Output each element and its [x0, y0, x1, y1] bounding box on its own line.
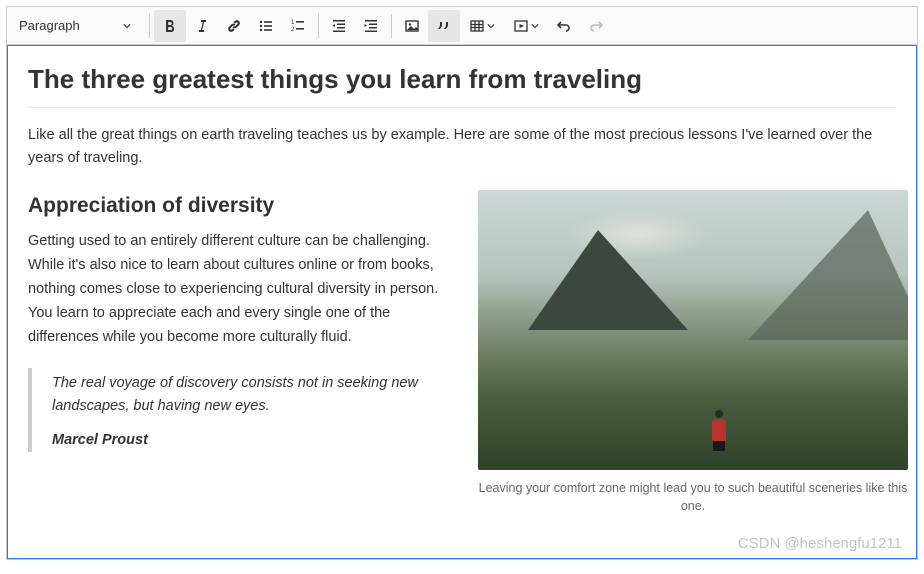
link-button[interactable]: [218, 10, 250, 42]
right-column: Leaving your comfort zone might lead you…: [478, 194, 908, 515]
separator: [391, 14, 392, 38]
toolbar: Paragraph 12: [7, 7, 917, 45]
link-icon: [226, 18, 242, 34]
person-decoration: [708, 410, 730, 446]
numbered-list-button[interactable]: 12: [282, 10, 314, 42]
italic-button[interactable]: [186, 10, 218, 42]
heading-dropdown[interactable]: Paragraph: [11, 11, 139, 41]
indent-button[interactable]: [355, 10, 387, 42]
chevron-down-icon: [123, 22, 131, 30]
separator: [318, 14, 319, 38]
body-row: Appreciation of diversity Getting used t…: [28, 194, 896, 515]
quote-author: Marcel Proust: [52, 432, 458, 448]
bullet-list-button[interactable]: [250, 10, 282, 42]
svg-text:1: 1: [291, 20, 295, 26]
blockquote-button[interactable]: [428, 10, 460, 42]
separator: [149, 14, 150, 38]
blockquote-icon: [436, 18, 452, 34]
media-icon: [513, 18, 529, 34]
bullet-list-icon: [258, 18, 274, 34]
quote-text: The real voyage of discovery consists no…: [52, 372, 458, 418]
chevron-down-icon: [531, 22, 539, 30]
left-column: Appreciation of diversity Getting used t…: [28, 194, 458, 515]
svg-text:2: 2: [291, 27, 295, 33]
figure: Leaving your comfort zone might lead you…: [478, 190, 908, 515]
watermark: CSDN @heshengfu1211: [738, 535, 902, 552]
figure-caption: Leaving your comfort zone might lead you…: [478, 480, 908, 515]
blockquote: The real voyage of discovery consists no…: [28, 368, 458, 452]
indent-icon: [363, 18, 379, 34]
numbered-list-icon: 12: [290, 18, 306, 34]
outdent-icon: [331, 18, 347, 34]
figure-image[interactable]: [478, 190, 908, 470]
mountain-decoration: [748, 210, 908, 340]
bold-button[interactable]: [154, 10, 186, 42]
page-title: The three greatest things you learn from…: [28, 64, 896, 108]
editor-content[interactable]: The three greatest things you learn from…: [7, 45, 917, 559]
italic-icon: [194, 18, 210, 34]
undo-button[interactable]: [548, 10, 580, 42]
media-button[interactable]: [504, 10, 548, 42]
editor-container: Paragraph 12: [6, 6, 918, 560]
image-button[interactable]: [396, 10, 428, 42]
bold-icon: [162, 18, 178, 34]
undo-icon: [556, 18, 572, 34]
table-button[interactable]: [460, 10, 504, 42]
outdent-button[interactable]: [323, 10, 355, 42]
redo-button[interactable]: [580, 10, 612, 42]
chevron-down-icon: [487, 22, 495, 30]
intro-paragraph: Like all the great things on earth trave…: [28, 124, 896, 170]
section-heading: Appreciation of diversity: [28, 194, 458, 218]
heading-dropdown-label: Paragraph: [19, 18, 80, 33]
redo-icon: [588, 18, 604, 34]
volcano-decoration: [528, 230, 688, 330]
table-icon: [469, 18, 485, 34]
image-icon: [404, 18, 420, 34]
section-paragraph: Getting used to an entirely different cu…: [28, 230, 458, 350]
